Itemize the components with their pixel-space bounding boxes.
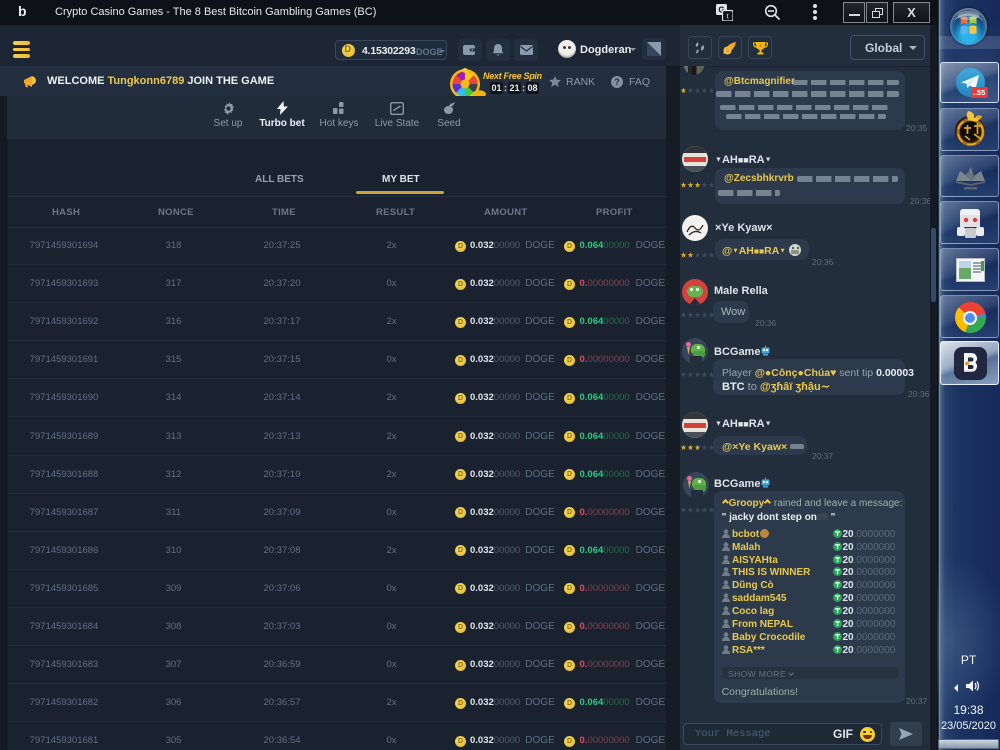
svg-text:B: B (726, 48, 730, 54)
